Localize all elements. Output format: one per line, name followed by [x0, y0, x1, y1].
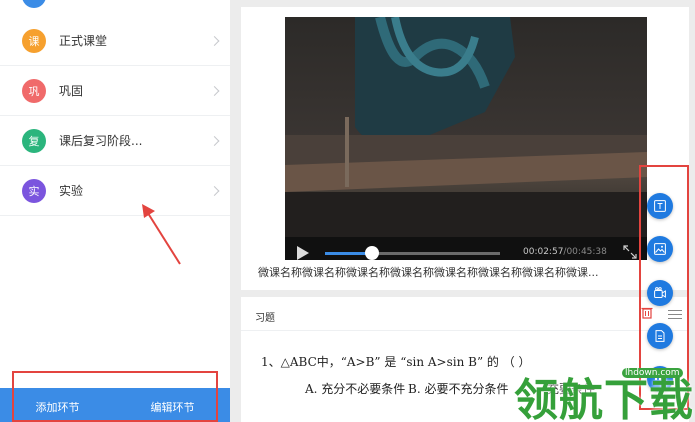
main-content: 00:02:57/00:45:38 微课名称微课名称微课名称微课名称微课名称微课… — [241, 0, 695, 422]
play-icon[interactable] — [297, 246, 309, 260]
option-a[interactable]: A. 充分不必要条件 — [305, 380, 405, 397]
sidebar-item-label: 课后复习阶段... — [59, 134, 143, 148]
sidebar-item-review[interactable]: 复 课后复习阶段... — [0, 116, 230, 166]
course-icon: 课 — [22, 28, 46, 53]
sidebar-item-icon-partial — [22, 0, 46, 8]
progress-bar[interactable] — [325, 252, 500, 255]
progress-handle[interactable] — [365, 246, 380, 260]
consolidate-icon: 巩 — [22, 78, 46, 103]
sidebar-item-consolidate[interactable]: 巩 巩固 — [0, 66, 230, 116]
video-frame-image — [285, 17, 647, 237]
option-b[interactable]: B. 必要不充分条件 — [408, 380, 508, 397]
sidebar-item-formal-class[interactable]: 课 正式课堂 — [0, 16, 230, 66]
current-time: 00:02:57 — [523, 247, 564, 257]
divider — [241, 330, 689, 331]
video-frame — [285, 17, 647, 237]
question-stem: 1、△ABC中，“A>B” 是 “sin A>sin B” 的 （ ） — [261, 355, 531, 369]
app-window: 课 正式课堂 巩 巩固 复 课后复习阶段... 实 实验 添加环节 编辑环节 0… — [0, 0, 695, 422]
exercise-title: 习题 — [255, 313, 275, 324]
annotation-box-actions — [12, 371, 218, 422]
video-card: 00:02:57/00:45:38 微课名称微课名称微课名称微课名称微课名称微课… — [241, 7, 689, 290]
fullscreen-icon[interactable] — [623, 245, 637, 259]
total-time: /00:45:38 — [563, 247, 607, 257]
sidebar: 课 正式课堂 巩 巩固 复 课后复习阶段... 实 实验 添加环节 编辑环节 — [0, 0, 230, 422]
video-controls: 00:02:57/00:45:38 — [285, 237, 647, 260]
sidebar-item-experiment[interactable]: 实 实验 — [0, 166, 230, 216]
watermark-site: lhdown.com — [622, 368, 683, 378]
sidebar-item-label: 实验 — [59, 184, 84, 198]
chevron-right-icon — [209, 135, 220, 146]
chevron-right-icon — [209, 85, 220, 96]
experiment-icon: 实 — [22, 178, 46, 203]
sidebar-item-label: 巩固 — [59, 84, 84, 98]
video-caption: 微课名称微课名称微课名称微课名称微课名称微课名称微课名称微课... — [258, 266, 599, 279]
chevron-right-icon — [209, 35, 220, 46]
video-player[interactable]: 00:02:57/00:45:38 — [285, 17, 647, 260]
annotation-arrow — [142, 204, 181, 265]
time-display: 00:02:57/00:45:38 — [523, 247, 607, 257]
sidebar-item-label: 正式课堂 — [59, 34, 108, 48]
chevron-right-icon — [209, 185, 220, 196]
review-icon: 复 — [22, 128, 46, 153]
